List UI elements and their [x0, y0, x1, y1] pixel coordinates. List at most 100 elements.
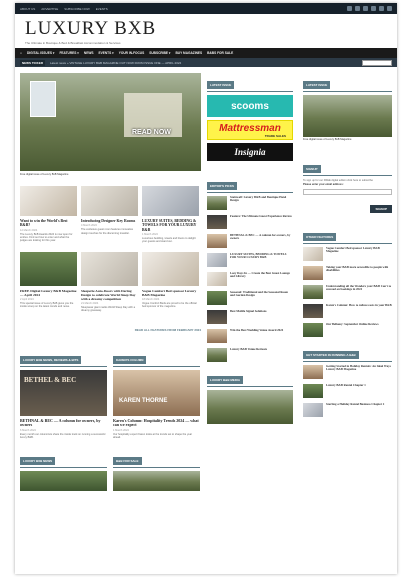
- column-image[interactable]: BETHEL & BEC: [20, 369, 107, 416]
- linkedin-icon[interactable]: [379, 6, 384, 11]
- nav-home-icon[interactable]: ⌂: [20, 51, 22, 55]
- pinterest-icon[interactable]: [371, 6, 376, 11]
- list-item[interactable]: Starting a Holiday Rental Business Chapt…: [303, 402, 392, 417]
- nav-item-for-sale[interactable]: B&BS FOR SALE: [207, 51, 233, 55]
- list-title[interactable]: BETHNAL & BEC — A column for owners, by …: [230, 233, 293, 248]
- article-thumbnail[interactable]: [20, 186, 77, 216]
- list-item[interactable]: Understanding all the Wonders your B&B C…: [303, 284, 392, 299]
- article-title[interactable]: Vogue Comfort Bed sponsor Luxury B&B Mag…: [142, 289, 199, 297]
- ad-mattressman[interactable]: Mattressman TRADE SALES: [207, 120, 293, 140]
- article-card[interactable]: Sleeperie Auto-Doors with Daring Design …: [81, 251, 138, 313]
- list-title[interactable]: Taking your B&B more accessible to peopl…: [326, 265, 392, 280]
- article-thumbnail[interactable]: [142, 251, 199, 286]
- top-link-about[interactable]: ABOUT US: [20, 7, 35, 11]
- list-title[interactable]: Karen's Column: How to reduce costs in y…: [326, 303, 392, 318]
- article-title[interactable]: Introducing Designer Key Rooms: [81, 219, 138, 223]
- list-title[interactable]: Stainwell: Luxury B&B and Boutique Hotel…: [230, 195, 293, 210]
- top-link-subscribe[interactable]: SUBSCRIBE NOW: [64, 7, 90, 11]
- list-item[interactable]: Getting Started in Holiday Rentals: An I…: [303, 364, 392, 379]
- nav-item-news[interactable]: NEWS: [84, 51, 94, 55]
- article-card[interactable]: LUXURY SUITES, BEDDING & TOWELS FOR YOUR…: [142, 186, 199, 244]
- article-card[interactable]: Want to win the World's Best B&B? 12 Mar…: [20, 186, 77, 244]
- article-title[interactable]: Karen's Column: Hospitality Trends 2024 …: [113, 418, 200, 428]
- article-thumbnail[interactable]: [81, 251, 138, 286]
- article-thumbnail[interactable]: [113, 471, 200, 492]
- article-title[interactable]: BETHNAL & BEC — A column for owners, by …: [20, 418, 107, 428]
- search-input[interactable]: [362, 59, 392, 66]
- list-title[interactable]: Feature: The Ultimate Guest Experience R…: [230, 214, 292, 229]
- list-title[interactable]: Starting a Holiday Rental Business Chapt…: [326, 402, 384, 417]
- section-heading: OTHER FEATURES: [303, 232, 337, 241]
- list-item[interactable]: Our Bellamy: September Online Reviews: [303, 322, 392, 337]
- ad-insignia[interactable]: Insignia: [207, 143, 293, 161]
- list-item[interactable]: Vogue Comfort Bed sponsor Luxury B&B Mag…: [303, 246, 392, 261]
- list-title[interactable]: Luxury B&B Venue Retreats: [230, 347, 267, 362]
- list-title[interactable]: Understanding all the Wonders your B&B C…: [326, 284, 392, 299]
- section-heading: LATEST ISSUE: [207, 81, 235, 89]
- list-item[interactable]: Win the Best Wedding Venue Award 2024: [207, 328, 293, 343]
- latest-issue-cover[interactable]: [303, 95, 392, 137]
- list-title[interactable]: Best Mobile Signal Solutions: [230, 309, 267, 324]
- article-thumbnail[interactable]: [20, 251, 77, 286]
- section-heading: LATEST ISSUE: [303, 81, 331, 89]
- signup-button[interactable]: SIGNUP: [370, 204, 392, 213]
- facebook-icon[interactable]: [347, 6, 352, 11]
- list-title[interactable]: Vogue Comfort Bed sponsor Luxury B&B Mag…: [326, 246, 392, 261]
- nav-item-events[interactable]: EVENTS ▾: [98, 51, 113, 55]
- list-item[interactable]: BETHNAL & BEC — A column for owners, by …: [207, 233, 293, 248]
- media-image[interactable]: [207, 390, 293, 424]
- more-features-link[interactable]: READ ALL FEATURES FROM FEBRUARY 2024: [135, 328, 201, 332]
- instagram-icon[interactable]: [363, 6, 368, 11]
- list-item[interactable]: Feature: The Ultimate Guest Experience R…: [207, 214, 293, 229]
- list-item[interactable]: Lazy Days In — Create the Best Guest Lou…: [207, 271, 293, 286]
- list-title[interactable]: LUXURY SUITES, BEDDING & TOWELS FOR YOUR…: [230, 252, 293, 267]
- list-title[interactable]: Our Bellamy: September Online Reviews: [326, 322, 379, 337]
- article-title[interactable]: Want to win the World's Best B&B?: [20, 219, 77, 228]
- nav-item-buy-magazines[interactable]: BUY MAGAZINES: [175, 51, 202, 55]
- article-thumbnail[interactable]: [81, 186, 138, 216]
- article-title[interactable]: FREE Digital Luxury B&B Magazine — April…: [20, 289, 77, 297]
- article-thumbnail[interactable]: [20, 471, 107, 492]
- list-title[interactable]: Seasonal: Traditional and the Seasonal R…: [230, 290, 293, 305]
- article-title[interactable]: LUXURY SUITES, BEDDING & TOWELS FOR YOUR…: [142, 219, 199, 232]
- rss-icon[interactable]: [387, 6, 392, 11]
- list-title[interactable]: Lazy Days In — Create the Best Guest Lou…: [230, 271, 293, 286]
- main-column: READ NOW Free digital issue of Luxury Bx…: [20, 73, 201, 492]
- site-logo[interactable]: LUXURY BXB The Ultimate in Boutique & Be…: [15, 14, 397, 48]
- list-title[interactable]: Getting Started in Holiday Rentals: An I…: [326, 364, 392, 379]
- list-item[interactable]: Taking your B&B more accessible to peopl…: [303, 265, 392, 280]
- karens-column: KAREN'S COLUMN KAREN THORNE Karen's Colu…: [113, 348, 200, 440]
- ad-scooms[interactable]: scooms: [207, 95, 293, 117]
- list-item[interactable]: Luxury B&B Rental Chapter 1: [303, 383, 392, 398]
- main-nav: ⌂ DIGITAL ISSUES ▾ FEATURES ▾ NEWS EVENT…: [15, 48, 397, 58]
- list-title[interactable]: Luxury B&B Rental Chapter 1: [326, 383, 366, 398]
- top-link-advertise[interactable]: ADVERTISE: [41, 7, 58, 11]
- article-excerpt: This special issue of Luxury BxB gives y…: [20, 301, 74, 309]
- email-field[interactable]: [303, 188, 392, 195]
- top-link-events[interactable]: EVENTS: [96, 7, 108, 11]
- list-item[interactable]: Luxury B&B Venue Retreats: [207, 347, 293, 362]
- list-title[interactable]: Win the Best Wedding Venue Award 2024: [230, 328, 283, 343]
- ticker-text[interactable]: Latest news » VINTAGE LUXURY B&B MAGAZIN…: [50, 61, 181, 65]
- hero-image[interactable]: READ NOW: [20, 73, 201, 171]
- list-item[interactable]: Stainwell: Luxury B&B and Boutique Hotel…: [207, 195, 293, 210]
- right-sidebar: LATEST ISSUE Free digital issue of Luxur…: [303, 73, 392, 422]
- read-now-button[interactable]: READ NOW: [132, 129, 171, 136]
- image-badge: KAREN THORNE: [119, 397, 168, 404]
- twitter-icon[interactable]: [355, 6, 360, 11]
- article-card[interactable]: Vogue Comfort Bed sponsor Luxury B&B Mag…: [142, 251, 199, 313]
- list-item[interactable]: Best Mobile Signal Solutions: [207, 309, 293, 324]
- nav-item-digital-issues[interactable]: DIGITAL ISSUES ▾: [27, 51, 55, 55]
- article-title[interactable]: Sleeperie Auto-Doors with Daring Design …: [81, 289, 138, 301]
- list-item[interactable]: Karen's Column: How to reduce costs in y…: [303, 303, 392, 318]
- article-card[interactable]: Introducing Designer Key Rooms 4 March 2…: [81, 186, 138, 244]
- nav-item-features[interactable]: FEATURES ▾: [59, 51, 78, 55]
- article-card[interactable]: FREE Digital Luxury B&B Magazine — April…: [20, 251, 77, 313]
- nav-item-subscribe[interactable]: SUBSCRIBE ▾: [149, 51, 170, 55]
- list-item[interactable]: Seasonal: Traditional and the Seasonal R…: [207, 290, 293, 305]
- column-image[interactable]: KAREN THORNE: [113, 369, 200, 416]
- article-thumbnail[interactable]: [142, 186, 199, 216]
- list-item[interactable]: LUXURY SUITES, BEDDING & TOWELS FOR YOUR…: [207, 252, 293, 267]
- nav-item-in-focus[interactable]: YOUR IN-FOCUS: [119, 51, 145, 55]
- browser-page: ABOUT US ADVERTISE SUBSCRIBE NOW EVENTS …: [15, 3, 397, 574]
